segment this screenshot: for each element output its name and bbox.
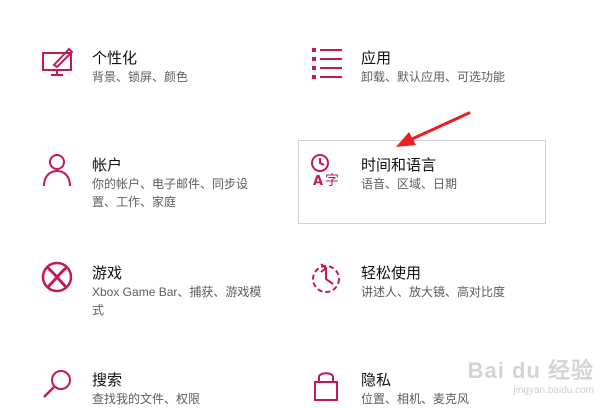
app-list-icon (309, 45, 345, 81)
ease-of-access-icon (309, 260, 345, 296)
time-language-icon: A 字 (309, 152, 345, 188)
tile-description: 你的帐户、电子邮件、同步设置、工作、家庭 (92, 177, 249, 209)
watermark: Bai du 经验 jingyan.baidu.com (468, 353, 594, 396)
tile-title: 时间和语言 (361, 157, 437, 174)
tile-description: 背景、锁屏、颜色 (92, 70, 189, 84)
tile-title: 游戏 (92, 265, 123, 282)
search-icon (40, 367, 76, 403)
tile-description: 查找我的文件、权限 (92, 392, 201, 406)
tile-description: Xbox Game Bar、捕获、游戏模式 (92, 285, 262, 317)
watermark-brand: Bai du 经验 (467, 358, 594, 383)
tile-title: 搜索 (92, 372, 123, 389)
lock-icon (309, 367, 345, 403)
svg-text:字: 字 (325, 173, 339, 188)
paint-monitor-icon (40, 45, 76, 81)
tile-title: 隐私 (361, 372, 392, 389)
tile-description: 讲述人、放大镜、高对比度 (361, 285, 506, 299)
person-icon (40, 152, 76, 188)
svg-text:A: A (313, 174, 323, 188)
xbox-icon (40, 260, 76, 296)
tile-description: 卸载、默认应用、可选功能 (361, 70, 506, 84)
tile-description: 语音、区域、日期 (361, 177, 458, 191)
tile-title: 个性化 (92, 50, 138, 67)
tile-title: 帐户 (92, 157, 123, 174)
tile-title: 轻松使用 (361, 265, 422, 282)
watermark-url: jingyan.baidu.com (513, 385, 594, 396)
tile-title: 应用 (361, 50, 392, 67)
